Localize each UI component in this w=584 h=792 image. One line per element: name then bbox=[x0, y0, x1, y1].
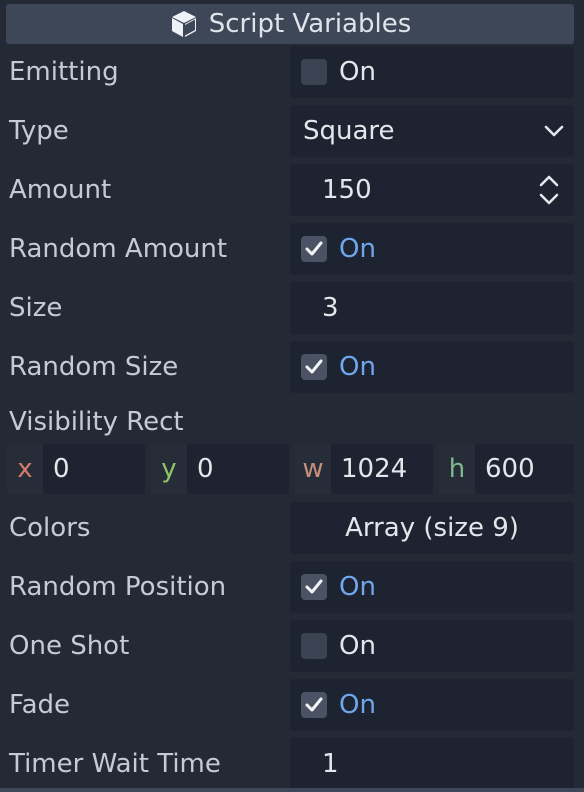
checkmark-icon bbox=[301, 354, 327, 380]
axis-w-label: w bbox=[295, 444, 331, 494]
property-label: Timer Wait Time bbox=[9, 749, 221, 779]
random-position-checkbox[interactable]: On bbox=[290, 561, 574, 613]
rect-h-field[interactable]: h 600 bbox=[439, 444, 574, 494]
spinbox-value: 150 bbox=[322, 175, 372, 205]
checkbox-text: On bbox=[339, 631, 376, 661]
fade-checkbox[interactable]: On bbox=[290, 679, 574, 731]
amount-spinbox[interactable]: 150 bbox=[290, 164, 574, 216]
chevron-down-icon bbox=[542, 119, 566, 143]
property-visibility-rect: Visibility Rect bbox=[0, 402, 584, 442]
checkbox-unchecked-icon bbox=[301, 633, 327, 659]
property-random-size: Random Size On bbox=[0, 341, 584, 393]
property-label: Visibility Rect bbox=[9, 407, 184, 437]
property-label: Random Position bbox=[9, 572, 227, 602]
property-label: Amount bbox=[9, 175, 112, 205]
property-size: Size 3 bbox=[0, 282, 584, 334]
rect-h-value: 600 bbox=[485, 454, 535, 484]
checkbox-text: On bbox=[339, 57, 376, 87]
axis-x-label: x bbox=[7, 444, 43, 494]
script-variables-header[interactable]: Script Variables bbox=[6, 4, 574, 44]
property-random-amount: Random Amount On bbox=[0, 223, 584, 275]
one-shot-checkbox[interactable]: On bbox=[290, 620, 574, 672]
rect-y-value: 0 bbox=[197, 454, 214, 484]
property-label: Random Amount bbox=[9, 234, 228, 264]
property-one-shot: One Shot On bbox=[0, 620, 584, 672]
axis-h-label: h bbox=[439, 444, 475, 494]
property-random-position: Random Position On bbox=[0, 561, 584, 613]
checkmark-icon bbox=[301, 574, 327, 600]
checkbox-text: On bbox=[339, 572, 376, 602]
property-colors: Colors Array (size 9) bbox=[0, 502, 584, 554]
random-size-checkbox[interactable]: On bbox=[290, 341, 574, 393]
rect-w-value: 1024 bbox=[341, 454, 408, 484]
spinbox-value: 3 bbox=[322, 293, 339, 323]
type-dropdown[interactable]: Square bbox=[290, 105, 574, 157]
checkbox-text: On bbox=[339, 352, 376, 382]
rect-y-field[interactable]: y 0 bbox=[151, 444, 289, 494]
axis-y-label: y bbox=[151, 444, 187, 494]
random-amount-checkbox[interactable]: On bbox=[290, 223, 574, 275]
checkbox-unchecked-icon bbox=[301, 59, 327, 85]
checkmark-icon bbox=[301, 236, 327, 262]
updown-spinner-icon[interactable] bbox=[538, 174, 560, 206]
size-spinbox[interactable]: 3 bbox=[290, 282, 574, 334]
property-timer-wait-time: Timer Wait Time 1 bbox=[0, 738, 584, 790]
property-label: Fade bbox=[9, 690, 71, 720]
header-title: Script Variables bbox=[208, 9, 412, 39]
rect-w-field[interactable]: w 1024 bbox=[295, 444, 433, 494]
property-label: Emitting bbox=[9, 57, 119, 87]
rect-x-value: 0 bbox=[53, 454, 70, 484]
property-label: Size bbox=[9, 293, 63, 323]
emitting-checkbox[interactable]: On bbox=[290, 46, 574, 98]
checkbox-text: On bbox=[339, 690, 376, 720]
property-fade: Fade On bbox=[0, 679, 584, 731]
property-label: Colors bbox=[9, 513, 91, 543]
dropdown-value: Square bbox=[303, 116, 395, 146]
checkbox-text: On bbox=[339, 234, 376, 264]
property-type: Type Square bbox=[0, 105, 584, 157]
script-cube-icon bbox=[169, 9, 199, 39]
colors-array-button[interactable]: Array (size 9) bbox=[290, 502, 574, 554]
property-label: Random Size bbox=[9, 352, 179, 382]
spinbox-value: 1 bbox=[322, 749, 339, 779]
rect-x-field[interactable]: x 0 bbox=[7, 444, 145, 494]
checkmark-icon bbox=[301, 692, 327, 718]
property-emitting: Emitting On bbox=[0, 46, 584, 98]
property-amount: Amount 150 bbox=[0, 164, 584, 216]
timer-wait-time-spinbox[interactable]: 1 bbox=[290, 738, 574, 790]
property-label: Type bbox=[9, 116, 69, 146]
visibility-rect-editor: x 0 y 0 w 1024 h 600 bbox=[7, 444, 574, 494]
panel-bottom-edge bbox=[0, 788, 584, 792]
property-label: One Shot bbox=[9, 631, 130, 661]
inspector-panel: Script Variables Emitting On Type Square… bbox=[0, 0, 584, 792]
